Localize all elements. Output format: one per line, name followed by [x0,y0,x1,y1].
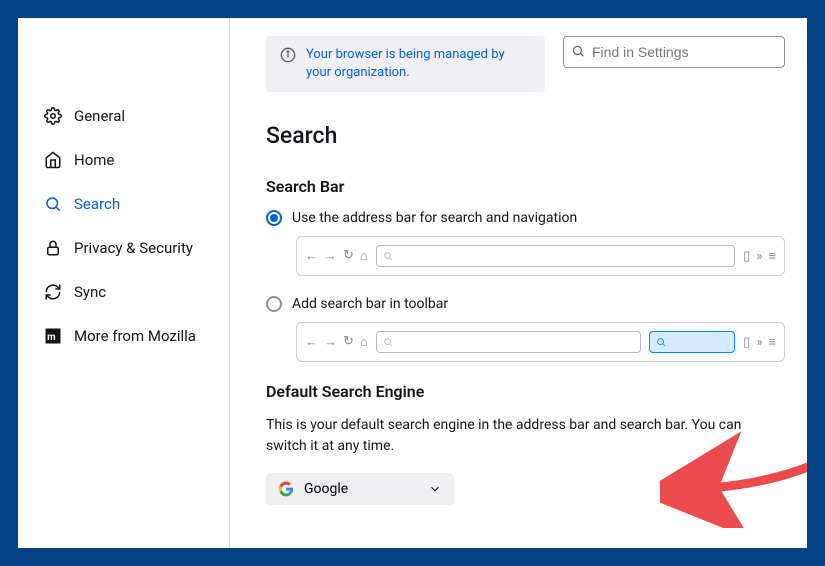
tail-icons: ▯»≡ [743,248,776,264]
top-row: Your browser is being managed by your or… [266,36,785,92]
default-engine-heading: Default Search Engine [266,382,785,401]
search-icon [44,195,62,213]
lock-icon [44,239,62,257]
search-icon [383,251,393,261]
nav-icons: ← → ↻ ⌂ [305,334,368,350]
managed-notice: Your browser is being managed by your or… [266,36,545,92]
sidebar-item-general[interactable]: General [36,96,217,136]
urlbar-preview [376,331,641,353]
home-icon [44,151,62,169]
radio-use-address-bar[interactable]: Use the address bar for search and navig… [266,210,785,226]
chevron-down-icon [428,482,442,496]
svg-text:m: m [47,332,56,343]
radio-label: Add search bar in toolbar [292,296,448,312]
find-in-settings-input[interactable] [563,36,785,68]
home-icon: ⌂ [360,248,368,264]
info-icon [280,47,296,63]
dropdown-value: Google [304,481,348,497]
search-icon [656,337,666,347]
toolbar-preview-split: ← → ↻ ⌂ ▯»≡ [296,322,785,362]
main-content: Your browser is being managed by your or… [230,18,807,548]
searchbar-preview [649,331,735,353]
mozilla-icon: m [44,327,62,345]
sidebar-item-label: More from Mozilla [74,327,196,345]
google-icon [278,481,294,497]
nav-icons: ← → ↻ ⌂ [305,248,368,264]
radio-indicator-checked [266,210,282,226]
radio-indicator [266,296,282,312]
radio-add-search-bar[interactable]: Add search bar in toolbar [266,296,785,312]
sidebar-item-label: General [74,107,125,125]
settings-window: General Home Search Privacy & Security S… [18,18,807,548]
page-title: Search [266,122,785,149]
sidebar-item-home[interactable]: Home [36,140,217,180]
reload-icon: ↻ [343,248,354,264]
forward-icon: → [324,248,337,264]
gear-icon [44,107,62,125]
urlbar-preview [376,245,735,267]
sidebar: General Home Search Privacy & Security S… [18,18,230,548]
tail-icons: ▯»≡ [743,334,776,350]
default-engine-dropdown[interactable]: Google [266,473,454,505]
home-icon: ⌂ [360,334,368,350]
sidebar-item-label: Privacy & Security [74,239,193,257]
sidebar-item-sync[interactable]: Sync [36,272,217,312]
toolbar-preview-unified: ← → ↻ ⌂ ▯»≡ [296,236,785,276]
reload-icon: ↻ [343,334,354,350]
sidebar-item-label: Home [74,151,114,169]
find-in-settings [563,36,785,92]
radio-label: Use the address bar for search and navig… [292,210,577,226]
sidebar-item-label: Sync [74,283,106,301]
sidebar-item-label: Search [74,195,120,213]
notice-text[interactable]: Your browser is being managed by your or… [306,46,531,82]
sidebar-item-search[interactable]: Search [36,184,217,224]
back-icon: ← [305,248,318,264]
forward-icon: → [324,334,337,350]
back-icon: ← [305,334,318,350]
sidebar-item-more[interactable]: m More from Mozilla [36,316,217,356]
search-icon [571,44,585,58]
sidebar-item-privacy[interactable]: Privacy & Security [36,228,217,268]
search-icon [383,337,393,347]
search-bar-heading: Search Bar [266,177,785,196]
sync-icon [44,283,62,301]
default-engine-description: This is your default search engine in th… [266,415,776,457]
